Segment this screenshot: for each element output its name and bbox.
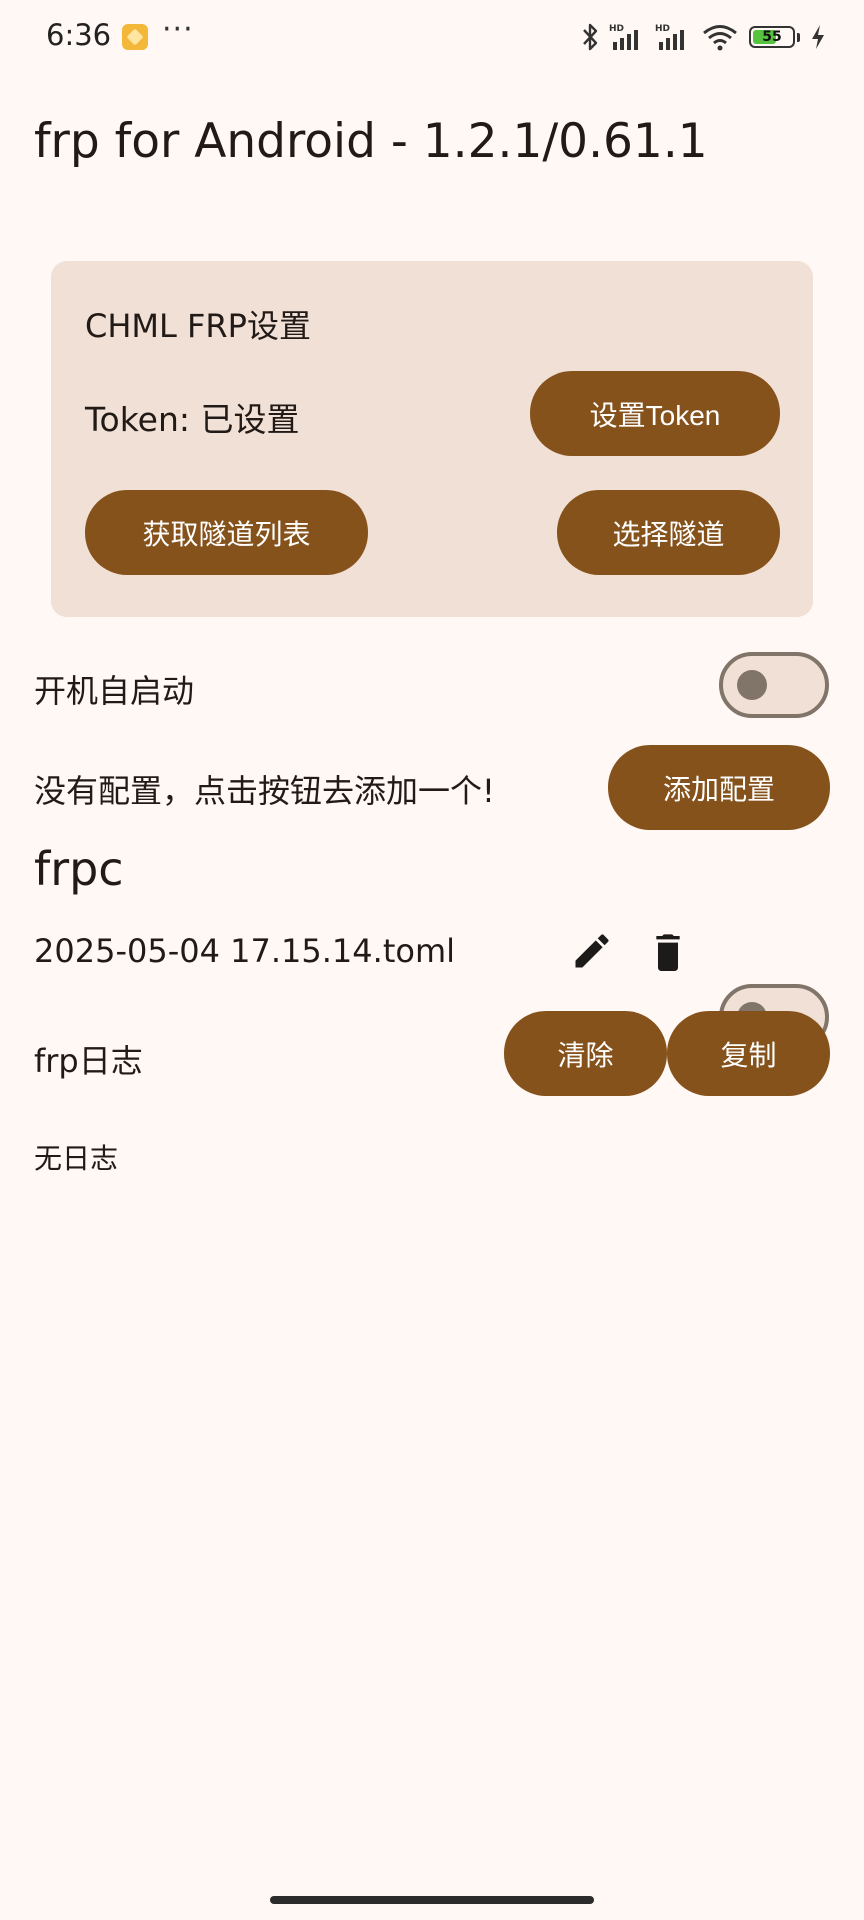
signal-hd-1-icon: HD: [609, 24, 638, 50]
signal-hd-2-icon: HD: [655, 24, 684, 50]
battery-cap: [797, 32, 800, 42]
svg-text:HD: HD: [609, 24, 624, 34]
token-status: Token: 已设置: [85, 400, 300, 439]
frpc-section-header: frpc: [34, 842, 124, 896]
battery-icon: 55: [749, 26, 795, 48]
more-notifications-icon: ···: [162, 12, 194, 47]
status-time: 6:36: [46, 18, 112, 52]
select-tunnel-button[interactable]: 选择隧道: [557, 490, 780, 575]
autostart-toggle[interactable]: [719, 652, 829, 718]
bluetooth-icon: [583, 23, 598, 51]
set-token-button[interactable]: 设置Token: [530, 371, 780, 456]
toggle-thumb: [737, 670, 767, 700]
card-title: CHML FRP设置: [85, 307, 311, 345]
notification-app-icon: [122, 24, 148, 50]
svg-text:HD: HD: [655, 24, 670, 34]
config-file-name: 2025-05-04 17.15.14.toml: [34, 932, 455, 970]
edit-icon[interactable]: [570, 929, 614, 973]
wifi-icon: [703, 25, 737, 51]
log-label: frp日志: [34, 1042, 143, 1080]
add-config-button[interactable]: 添加配置: [608, 745, 830, 830]
battery-level: 55: [762, 29, 782, 45]
status-icons: HD HD 55: [581, 20, 826, 54]
delete-icon[interactable]: [648, 929, 688, 973]
home-indicator[interactable]: [270, 1896, 594, 1904]
log-content: 无日志: [34, 1142, 119, 1175]
get-tunnel-list-button[interactable]: 获取隧道列表: [85, 490, 368, 575]
clear-log-button[interactable]: 清除: [504, 1011, 667, 1096]
charging-bolt-icon: [812, 25, 824, 49]
copy-log-button[interactable]: 复制: [667, 1011, 830, 1096]
app-title: frp for Android - 1.2.1/0.61.1: [34, 114, 708, 169]
autostart-label: 开机自启动: [34, 672, 195, 710]
empty-config-message: 没有配置，点击按钮去添加一个!: [34, 772, 495, 810]
